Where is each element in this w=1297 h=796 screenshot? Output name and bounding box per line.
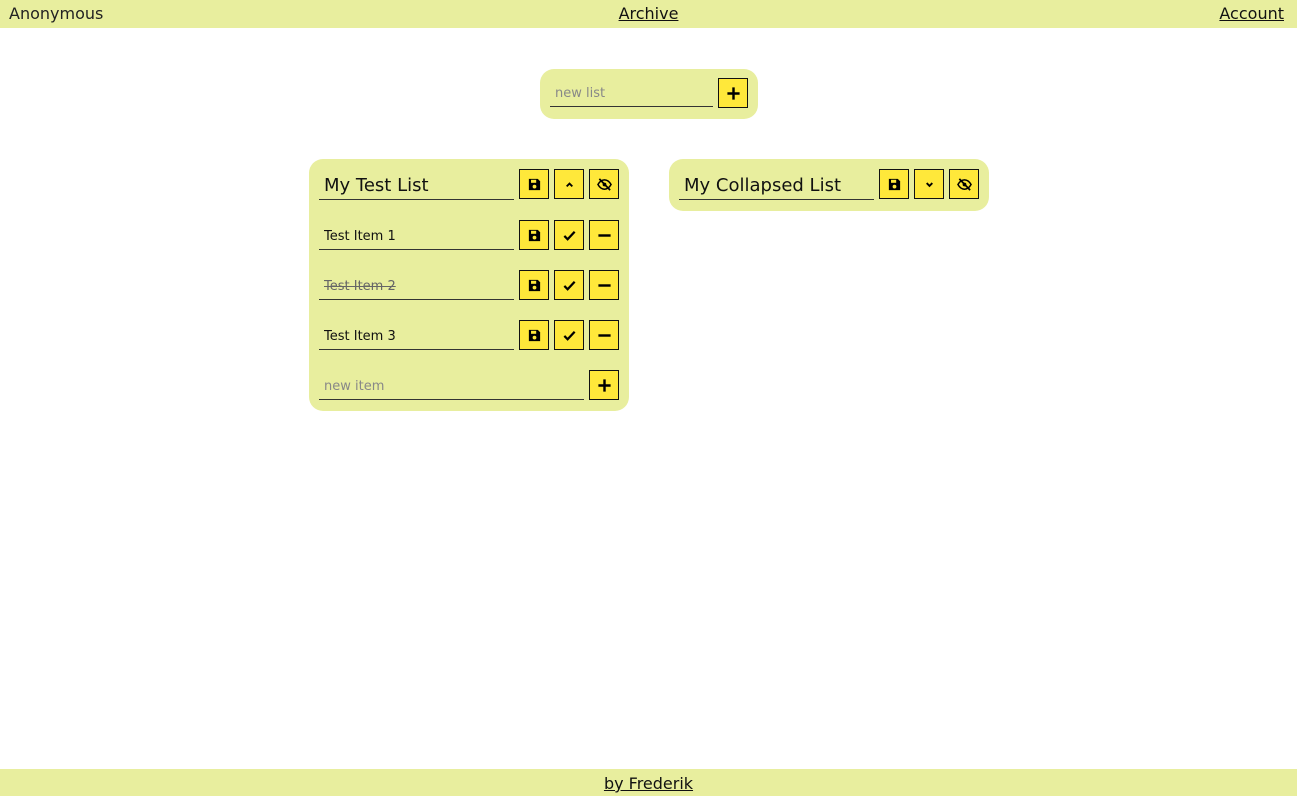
account-link[interactable]: Account — [1219, 4, 1284, 23]
list-item-input[interactable] — [319, 324, 514, 350]
hide-list-button[interactable] — [949, 169, 979, 199]
remove-item-button[interactable] — [589, 320, 619, 350]
list-item-input[interactable] — [319, 224, 514, 250]
save-icon — [528, 178, 540, 190]
check-item-button[interactable] — [554, 270, 584, 300]
save-icon — [528, 279, 540, 291]
minus-icon — [597, 283, 611, 287]
list-title-input[interactable] — [319, 172, 514, 200]
collapsed-list-card — [669, 159, 989, 211]
remove-item-button[interactable] — [589, 270, 619, 300]
plus-icon — [726, 86, 740, 100]
add-list-button[interactable] — [718, 78, 748, 108]
check-icon — [563, 280, 575, 291]
new-list-input[interactable] — [550, 81, 713, 107]
check-item-button[interactable] — [554, 220, 584, 250]
save-item-button[interactable] — [519, 320, 549, 350]
eye-slash-icon — [596, 177, 612, 191]
check-icon — [563, 330, 575, 341]
save-icon — [528, 229, 540, 241]
new-list-form — [540, 69, 758, 119]
chevron-up-icon — [565, 181, 573, 187]
list-title-input[interactable] — [679, 172, 874, 200]
add-item-button[interactable] — [589, 370, 619, 400]
top-bar: Anonymous Archive Account — [0, 0, 1297, 28]
eye-slash-icon — [956, 177, 972, 191]
hide-list-button[interactable] — [589, 169, 619, 199]
archive-link[interactable]: Archive — [619, 4, 679, 23]
save-list-button[interactable] — [879, 169, 909, 199]
save-icon — [528, 329, 540, 341]
new-item-input[interactable] — [319, 374, 584, 400]
save-item-button[interactable] — [519, 270, 549, 300]
list-item-input[interactable] — [319, 274, 514, 300]
check-item-button[interactable] — [554, 320, 584, 350]
collapse-list-button[interactable] — [554, 169, 584, 199]
credit-link[interactable]: by Frederik — [604, 774, 693, 793]
chevron-down-icon — [925, 181, 933, 187]
minus-icon — [597, 233, 611, 237]
check-icon — [563, 230, 575, 241]
footer: by Frederik — [0, 769, 1297, 796]
minus-icon — [597, 333, 611, 337]
expand-list-button[interactable] — [914, 169, 944, 199]
save-icon — [888, 178, 900, 190]
archive-link-wrapper: Archive — [0, 4, 1297, 23]
save-item-button[interactable] — [519, 220, 549, 250]
remove-item-button[interactable] — [589, 220, 619, 250]
plus-icon — [597, 378, 611, 392]
save-list-button[interactable] — [519, 169, 549, 199]
list-card — [309, 159, 629, 411]
